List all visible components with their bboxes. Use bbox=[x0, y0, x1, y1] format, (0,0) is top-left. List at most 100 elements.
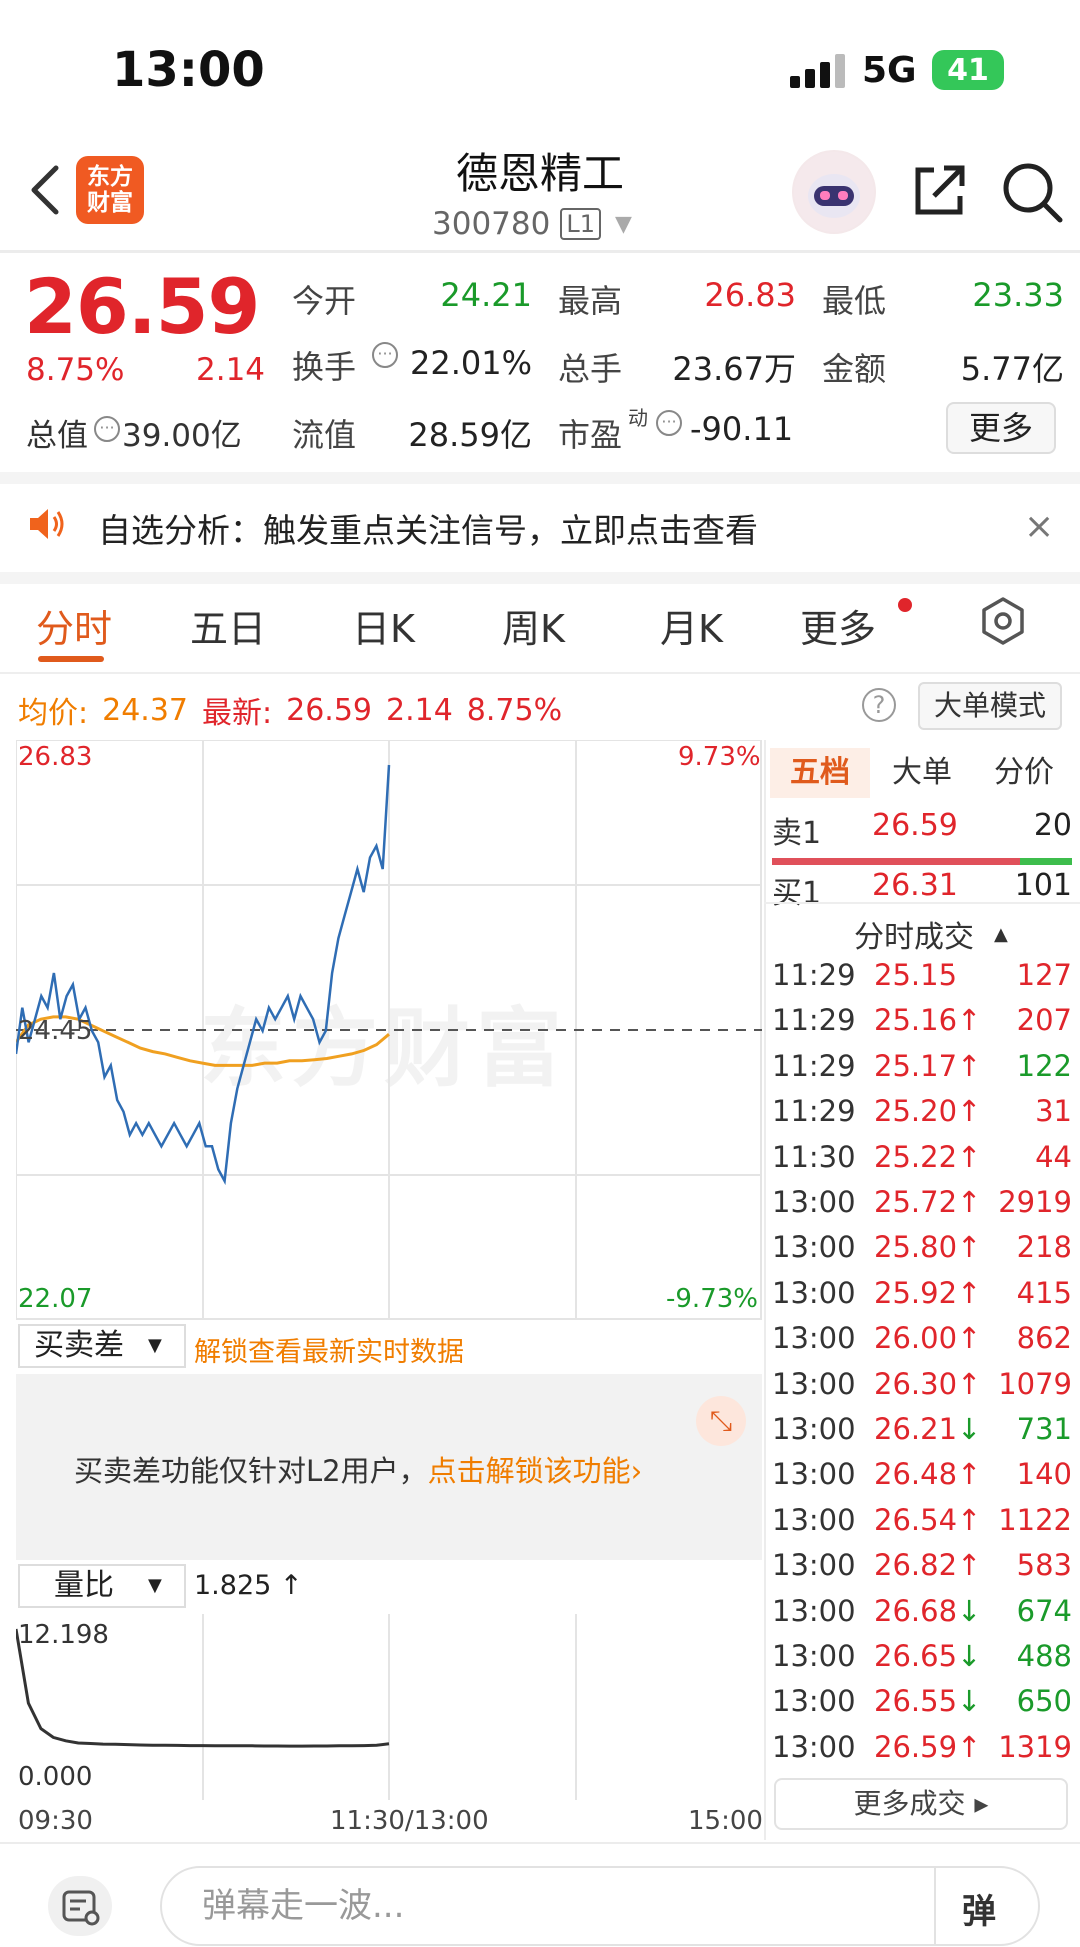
tab-weekly-k[interactable]: 周K bbox=[502, 598, 565, 653]
pe-value: -90.11 bbox=[690, 410, 794, 448]
trade-row: 11:29 25.17↑ 122 bbox=[772, 1049, 1072, 1089]
trade-row: 11:30 25.22↑ 44 bbox=[772, 1140, 1072, 1180]
indicator-select-spread[interactable]: 买卖差 ▼ bbox=[18, 1324, 186, 1368]
tab-big-orders[interactable]: 大单 bbox=[872, 748, 972, 798]
turnover-label: 换手 bbox=[292, 348, 357, 386]
trade-qty: 2919 bbox=[998, 1185, 1072, 1219]
tab-monthly-k[interactable]: 月K bbox=[660, 598, 723, 653]
info-icon[interactable]: ··· bbox=[94, 415, 120, 442]
comment-icon[interactable] bbox=[48, 1876, 112, 1936]
trade-qty: 122 bbox=[1016, 1048, 1072, 1083]
trade-qty: 731 bbox=[1016, 1412, 1072, 1446]
gear-icon[interactable] bbox=[978, 596, 1028, 646]
unlock-realtime-link[interactable]: 解锁查看最新实时数据 bbox=[194, 1330, 464, 1369]
sell1-qty: 20 bbox=[1033, 808, 1072, 843]
share-icon[interactable] bbox=[910, 160, 970, 220]
spread-select-label: 买卖差 bbox=[34, 1328, 124, 1363]
trade-qty: 218 bbox=[1016, 1230, 1072, 1265]
float-value: 28.59亿 bbox=[408, 416, 532, 454]
trade-price: 25.80↑ bbox=[874, 1230, 982, 1265]
notification-dot bbox=[898, 598, 912, 612]
high-label: 最高 bbox=[558, 282, 623, 320]
sell-level-1[interactable]: 卖1 26.59 20 bbox=[772, 808, 1072, 851]
time-axis-start: 09:30 bbox=[18, 1806, 93, 1836]
danmu-toggle-button[interactable]: 弹 bbox=[962, 1884, 996, 1933]
info-icon[interactable]: ··· bbox=[656, 410, 682, 436]
trade-price: 25.92↑ bbox=[874, 1275, 982, 1310]
latest-pct: 8.75% bbox=[466, 692, 563, 728]
sell-pressure-bar bbox=[772, 858, 1020, 865]
trade-qty: 488 bbox=[1016, 1639, 1072, 1673]
pct-axis-low-label: -9.73% bbox=[666, 1284, 758, 1314]
tab-intraday[interactable]: 分时 bbox=[36, 598, 112, 653]
trade-time: 13:00 bbox=[772, 1502, 856, 1537]
indicator-select-volume-ratio[interactable]: 量比 ▼ bbox=[18, 1564, 186, 1608]
trade-price: 25.72↑ bbox=[874, 1185, 982, 1219]
danmu-input[interactable]: 弹幕走一波... bbox=[160, 1866, 1040, 1946]
section-divider bbox=[0, 472, 1080, 484]
avg-price-value: 24.37 bbox=[102, 692, 188, 728]
big-order-mode-button[interactable]: 大单模式 bbox=[918, 682, 1062, 730]
more-quote-button[interactable]: 更多 bbox=[946, 402, 1056, 454]
trade-price: 25.17↑ bbox=[874, 1048, 982, 1083]
trade-price: 26.30↑ bbox=[874, 1366, 982, 1401]
trade-price: 26.00↑ bbox=[874, 1321, 982, 1356]
y-axis-low-label: 22.07 bbox=[18, 1284, 93, 1314]
amount-label: 金额 bbox=[822, 350, 887, 388]
info-icon[interactable]: ··· bbox=[372, 342, 398, 368]
total-market-value: 总值 ··· 39.00亿 bbox=[26, 410, 242, 455]
tab-more[interactable]: 更多 bbox=[800, 598, 876, 653]
trade-time: 11:30 bbox=[772, 1139, 856, 1174]
chevron-right-icon: › bbox=[630, 1454, 643, 1488]
assistant-robot-icon[interactable] bbox=[792, 150, 876, 234]
trades-title[interactable]: 分时成交 ▲ bbox=[854, 912, 1008, 956]
trade-price: 25.22↑ bbox=[874, 1139, 982, 1174]
volume-ratio-chart[interactable] bbox=[16, 1614, 762, 1800]
order-book-tabs: 五档 大单 分价 bbox=[770, 748, 1076, 798]
trade-time: 13:00 bbox=[772, 1185, 856, 1219]
tab-5day[interactable]: 五日 bbox=[190, 598, 266, 653]
expand-icon[interactable]: ⤡ bbox=[696, 1396, 746, 1446]
search-icon[interactable] bbox=[1000, 160, 1064, 224]
trade-time: 13:00 bbox=[772, 1684, 856, 1719]
trade-price: 26.55↓ bbox=[874, 1684, 982, 1719]
trade-row: 13:00 26.68↓ 674 bbox=[772, 1594, 1072, 1634]
trades-title-label: 分时成交 bbox=[854, 920, 974, 955]
volume-ratio-min-label: 0.000 bbox=[18, 1762, 93, 1792]
close-icon[interactable]: × bbox=[1024, 506, 1054, 547]
volume-ratio-select-label: 量比 bbox=[54, 1568, 114, 1603]
divider bbox=[0, 250, 1080, 253]
more-trades-button[interactable]: 更多成交 ▸ bbox=[774, 1778, 1068, 1830]
trade-qty: 207 bbox=[1016, 1003, 1072, 1038]
trade-price: 25.16↑ bbox=[874, 1003, 982, 1038]
latest-price-label: 最新: bbox=[202, 696, 273, 731]
trade-qty: 415 bbox=[1016, 1275, 1072, 1310]
trade-price: 26.54↑ bbox=[874, 1502, 982, 1537]
trade-time: 13:00 bbox=[772, 1230, 856, 1265]
help-icon[interactable]: ? bbox=[862, 688, 896, 722]
notice-banner[interactable]: 自选分析：触发重点关注信号，立即点击查看 bbox=[98, 504, 758, 552]
trade-time: 11:29 bbox=[772, 1094, 856, 1129]
battery-level: 41 bbox=[947, 52, 989, 88]
level-badge: L1 bbox=[560, 208, 601, 240]
tab-price-distribution[interactable]: 分价 bbox=[974, 748, 1074, 798]
intraday-chart[interactable] bbox=[16, 740, 762, 1320]
time-axis-end: 15:00 bbox=[688, 1806, 763, 1836]
volume-ratio-max-label: 12.198 bbox=[18, 1620, 109, 1650]
trade-row: 13:00 26.82↑ 583 bbox=[772, 1548, 1072, 1588]
trade-row: 13:00 26.21↓ 731 bbox=[772, 1412, 1072, 1452]
trade-qty: 674 bbox=[1016, 1593, 1072, 1628]
chevron-down-icon: ▼ bbox=[614, 211, 632, 237]
trade-time: 13:00 bbox=[772, 1593, 856, 1628]
amount-value: 5.77亿 bbox=[960, 350, 1064, 388]
trade-time: 11:29 bbox=[772, 1048, 856, 1083]
sell1-label: 卖1 bbox=[772, 816, 822, 851]
unlock-feature-link[interactable]: 点击解锁该功能 bbox=[428, 1454, 631, 1488]
stock-code-selector[interactable]: 300780 L1 ▼ bbox=[432, 206, 632, 242]
buy1-label: 买1 bbox=[772, 876, 822, 911]
tab-five-levels[interactable]: 五档 bbox=[770, 748, 870, 798]
dropdown-arrow-icon: ▼ bbox=[148, 1575, 162, 1596]
tab-daily-k[interactable]: 日K bbox=[352, 598, 415, 653]
trade-row: 13:00 26.55↓ 650 bbox=[772, 1684, 1072, 1724]
open-value: 24.21 bbox=[440, 276, 532, 314]
